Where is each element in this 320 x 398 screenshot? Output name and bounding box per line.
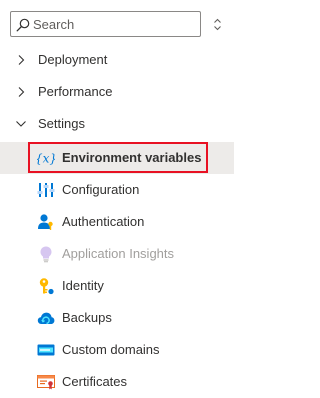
menu-item-identity[interactable]: Identity xyxy=(0,270,234,302)
menu-group-label: Deployment xyxy=(38,52,108,67)
identity-key-icon xyxy=(39,278,54,295)
collapse-expand-icon[interactable] xyxy=(213,18,222,31)
menu-item-label: Identity xyxy=(62,278,104,293)
menu-item-label: Configuration xyxy=(62,182,140,197)
menu-item-environment-variables[interactable]: {x} Environment variables xyxy=(0,142,234,174)
menu-group-settings[interactable]: Settings xyxy=(0,108,234,140)
menu-group-deployment[interactable]: Deployment xyxy=(0,44,234,76)
menu-group-label: Performance xyxy=(38,84,113,99)
chevron-right-icon xyxy=(18,87,25,97)
certificate-icon xyxy=(37,375,55,390)
menu-item-label: Custom domains xyxy=(62,342,160,357)
chevron-down-icon xyxy=(16,121,26,127)
menu-group-performance[interactable]: Performance xyxy=(0,76,234,108)
chevron-right-icon xyxy=(18,55,25,65)
cloud-backup-icon xyxy=(37,312,55,325)
menu-group-label: Settings xyxy=(38,116,85,131)
configuration-icon xyxy=(37,183,55,197)
menu-item-authentication[interactable]: Authentication xyxy=(0,206,234,238)
menu-item-configuration[interactable]: Configuration xyxy=(0,174,234,206)
menu-item-label: Backups xyxy=(62,310,112,325)
menu-item-label: Application Insights xyxy=(62,246,175,261)
lightbulb-icon xyxy=(40,246,52,263)
menu-item-application-insights[interactable]: Application Insights xyxy=(0,238,234,270)
menu-item-custom-domains[interactable]: Custom domains xyxy=(0,334,234,366)
search-icon xyxy=(16,18,30,32)
variable-icon: {x} xyxy=(37,152,55,166)
menu-item-label: Certificates xyxy=(62,374,128,389)
custom-domain-icon xyxy=(37,344,55,356)
menu-item-label: Environment variables xyxy=(62,150,202,165)
search-input[interactable] xyxy=(33,15,193,33)
search-row xyxy=(10,11,232,37)
authentication-icon xyxy=(38,214,53,230)
svg-text:{x}: {x} xyxy=(37,152,55,166)
menu-item-certificates[interactable]: Certificates xyxy=(0,366,234,398)
menu-item-backups[interactable]: Backups xyxy=(0,302,234,334)
search-box[interactable] xyxy=(10,11,201,37)
menu-item-label: Authentication xyxy=(62,214,145,229)
